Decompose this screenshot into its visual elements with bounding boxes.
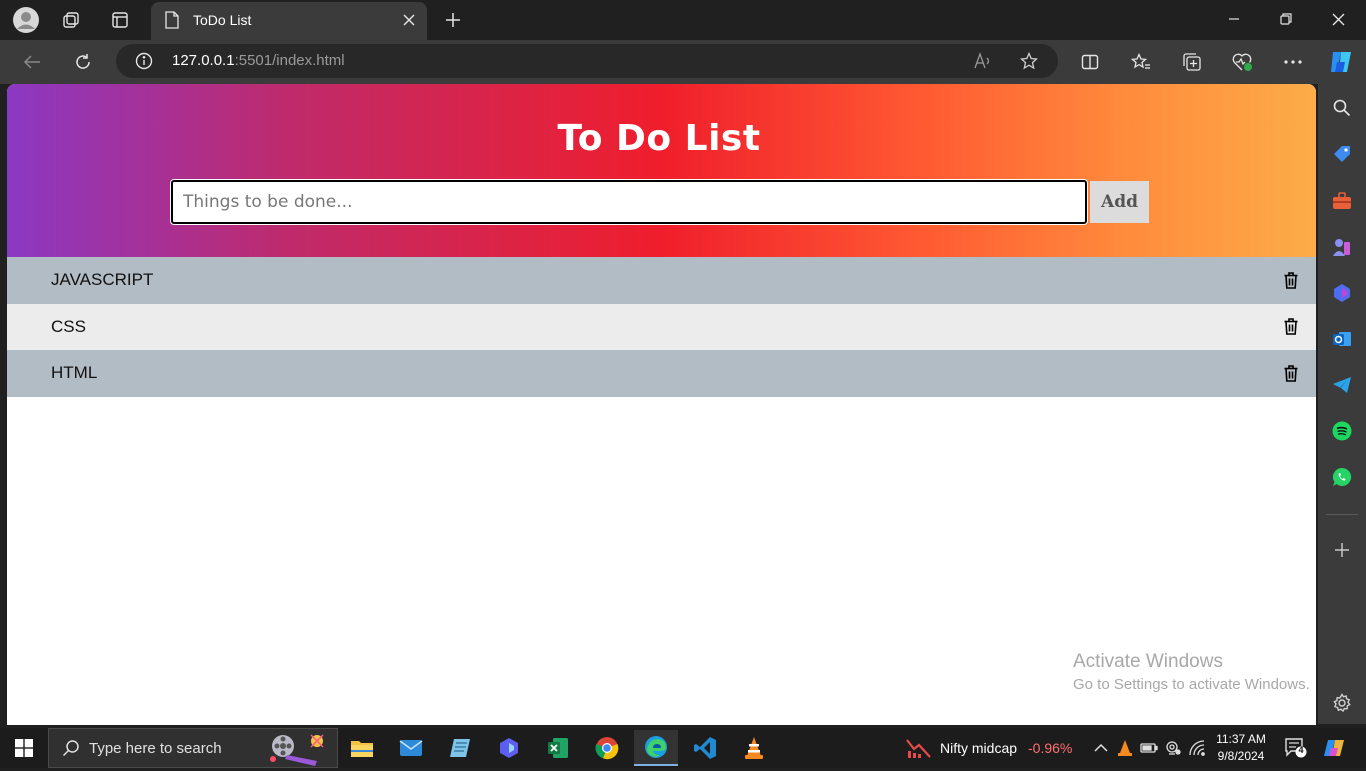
tools-icon[interactable]	[1328, 187, 1356, 215]
shopping-tag-icon[interactable]	[1328, 140, 1356, 168]
more-menu-icon[interactable]	[1277, 46, 1309, 78]
address-bar[interactable]: 127.0.0.1:5501/index.html	[116, 44, 1058, 78]
collections-icon[interactable]	[1176, 46, 1208, 78]
tab-close-icon[interactable]	[399, 10, 419, 30]
add-sidebar-app-icon[interactable]	[1328, 536, 1356, 564]
browser-essentials-icon[interactable]	[1227, 46, 1259, 78]
add-button[interactable]: Add	[1090, 181, 1149, 223]
ticker-change: -0.96%	[1028, 740, 1073, 756]
copilot-sidebar-icon[interactable]	[1328, 279, 1356, 307]
header-banner: To Do List Add	[7, 84, 1316, 257]
list-item: CSS	[7, 303, 1316, 350]
todo-text: JAVASCRIPT	[51, 270, 154, 290]
search-highlight-illustration-icon	[267, 731, 333, 771]
notes-app-icon[interactable]	[438, 730, 482, 766]
settings-gear-icon[interactable]	[1328, 689, 1356, 717]
games-icon[interactable]	[1328, 233, 1356, 261]
minimize-icon[interactable]	[1208, 0, 1260, 38]
page-file-icon	[165, 11, 179, 33]
web-page: To Do List Add JAVASCRIPT CSS HTML Activ…	[7, 84, 1316, 725]
list-item: HTML	[7, 350, 1316, 397]
notification-count: 4	[1298, 745, 1304, 755]
todo-text: HTML	[51, 363, 98, 383]
telegram-icon[interactable]	[1328, 371, 1356, 399]
clock-date: 9/8/2024	[1217, 749, 1265, 763]
stock-down-chart-icon	[906, 737, 932, 763]
browser-tab[interactable]: ToDo List	[151, 2, 427, 40]
search-icon	[62, 739, 80, 761]
favorites-icon[interactable]	[1125, 46, 1157, 78]
chevron-up-icon[interactable]	[1091, 738, 1111, 758]
camera-privacy-icon[interactable]	[1163, 738, 1183, 758]
notifications-icon[interactable]: 4	[1284, 737, 1308, 759]
taskbar-search-box[interactable]: Type here to search	[48, 728, 338, 768]
tab-actions-icon[interactable]	[106, 6, 134, 34]
new-tab-icon[interactable]	[439, 6, 467, 34]
browser-toolbar: 127.0.0.1:5501/index.html	[0, 40, 1366, 84]
outlook-icon[interactable]	[1328, 325, 1356, 353]
restore-icon[interactable]	[1260, 0, 1312, 38]
list-item: JAVASCRIPT	[7, 257, 1316, 304]
ticker-name: Nifty midcap	[940, 740, 1018, 756]
refresh-icon[interactable]	[67, 46, 99, 78]
edge-icon[interactable]	[634, 730, 678, 766]
todo-list: JAVASCRIPT CSS HTML	[7, 257, 1316, 397]
file-explorer-icon[interactable]	[340, 730, 384, 766]
browser-sidebar	[1318, 84, 1366, 724]
task-input[interactable]	[171, 180, 1087, 224]
excel-icon[interactable]	[536, 730, 580, 766]
windows-start-icon[interactable]	[0, 728, 48, 768]
vlc-icon[interactable]	[732, 730, 776, 766]
wifi-icon[interactable]	[1187, 738, 1207, 758]
split-screen-icon[interactable]	[1074, 46, 1106, 78]
favorite-star-icon[interactable]	[1017, 49, 1041, 73]
search-placeholder: Type here to search	[89, 740, 222, 757]
activation-watermark-subtitle: Go to Settings to activate Windows.	[1073, 676, 1310, 693]
vscode-icon[interactable]	[683, 730, 727, 766]
site-info-icon[interactable]	[132, 49, 156, 73]
copilot-tray-icon[interactable]	[1322, 737, 1346, 759]
spotify-icon[interactable]	[1328, 417, 1356, 445]
activation-watermark-title: Activate Windows	[1073, 651, 1223, 672]
page-title: To Do List	[557, 118, 761, 159]
trash-icon[interactable]	[1282, 317, 1300, 337]
browser-titlebar: ToDo List	[0, 0, 1366, 40]
vlc-tray-icon[interactable]	[1115, 738, 1135, 758]
windows-taskbar: Type here to search Nifty midcap -0.96%	[0, 728, 1366, 768]
back-icon[interactable]	[16, 46, 48, 78]
taskbar-clock[interactable]: 11:37 AM 9/8/2024	[1208, 731, 1274, 765]
whatsapp-icon[interactable]	[1328, 463, 1356, 491]
clock-time: 11:37 AM	[1216, 732, 1266, 746]
close-window-icon[interactable]	[1312, 0, 1364, 38]
sidebar-divider	[1326, 514, 1358, 515]
url-text: 127.0.0.1:5501/index.html	[172, 52, 345, 69]
chrome-icon[interactable]	[585, 730, 629, 766]
copilot-icon[interactable]	[1325, 46, 1357, 78]
workspaces-icon[interactable]	[57, 6, 85, 34]
mail-icon[interactable]	[389, 730, 433, 766]
trash-icon[interactable]	[1282, 363, 1300, 383]
battery-icon[interactable]	[1139, 738, 1159, 758]
trash-icon[interactable]	[1282, 270, 1300, 290]
todo-text: CSS	[51, 316, 86, 336]
tab-title: ToDo List	[193, 12, 252, 28]
search-icon[interactable]	[1328, 94, 1356, 122]
read-aloud-icon[interactable]	[971, 49, 995, 73]
copilot-taskbar-icon[interactable]	[487, 730, 531, 766]
profile-avatar-icon[interactable]	[12, 6, 40, 34]
